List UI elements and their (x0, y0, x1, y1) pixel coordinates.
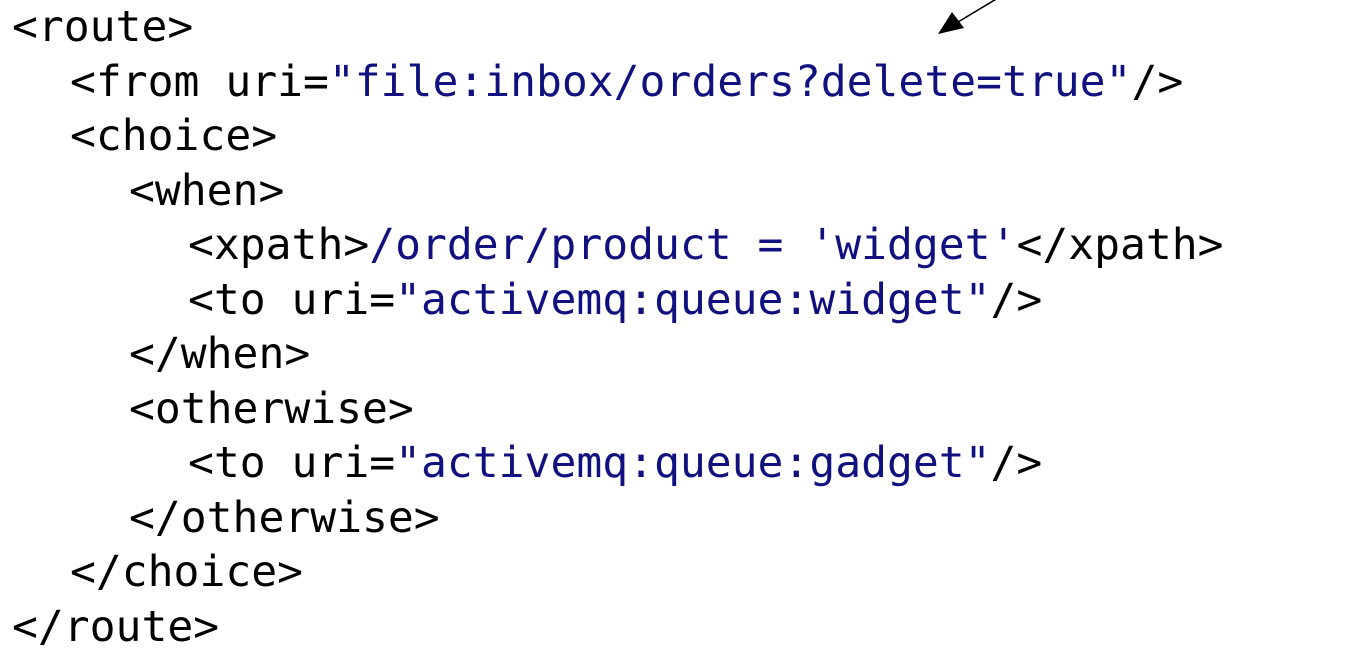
code-line: <otherwise> (12, 382, 1224, 437)
code-figure: <route> <from uri="file:inbox/orders?dele… (0, 0, 1351, 660)
code-line: <xpath>/order/product = 'widget'</xpath> (12, 218, 1224, 273)
code-attribute-value: /order/product = 'widget' (369, 220, 1017, 270)
code-line: </route> (12, 600, 1224, 655)
code-markup: <from uri= (70, 56, 329, 107)
code-markup: </choice> (70, 547, 303, 597)
code-attribute-value: "file:inbox/orders?delete=true" (328, 56, 1132, 107)
code-line: </otherwise> (12, 491, 1224, 546)
code-markup: </route> (12, 601, 220, 652)
code-markup: /> (990, 274, 1043, 325)
code-markup: <xpath> (188, 220, 370, 270)
code-line: <from uri="file:inbox/orders?delete=true… (12, 55, 1224, 110)
code-markup: <route> (12, 2, 194, 52)
code-attribute-value: "activemq:queue:widget" (395, 274, 991, 325)
code-line: <choice> (12, 109, 1224, 164)
code-markup: </otherwise> (129, 492, 440, 543)
code-markup: </when> (129, 329, 311, 379)
code-markup: /> (1131, 56, 1184, 107)
xml-route-listing: <route> <from uri="file:inbox/orders?dele… (12, 0, 1224, 654)
code-line: <when> (12, 164, 1224, 219)
code-markup: <to uri= (188, 274, 396, 325)
code-attribute-value: "activemq:queue:gadget" (395, 438, 991, 488)
code-line: <to uri="activemq:queue:widget"/> (12, 273, 1224, 328)
code-markup: <choice> (70, 111, 278, 161)
code-markup: <otherwise> (129, 383, 414, 434)
code-markup: /> (990, 438, 1043, 488)
code-line: </choice> (12, 545, 1224, 600)
code-line: </when> (12, 327, 1224, 382)
code-markup: <to uri= (188, 438, 396, 488)
code-markup: </xpath> (1016, 220, 1224, 270)
code-markup: <when> (129, 165, 285, 216)
code-line: <route> (12, 0, 1224, 55)
code-line: <to uri="activemq:queue:gadget"/> (12, 436, 1224, 491)
